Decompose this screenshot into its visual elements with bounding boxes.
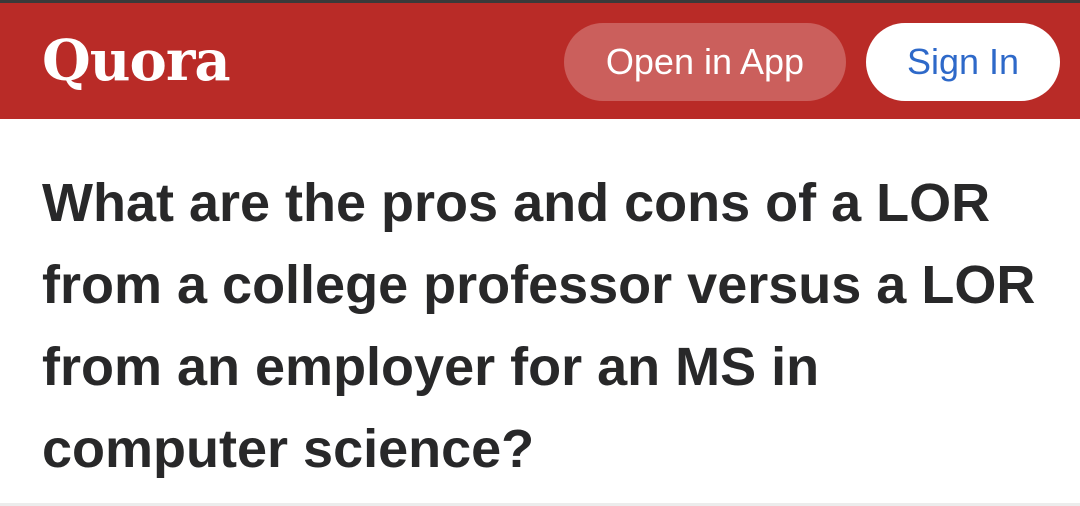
site-header: Quora Open in App Sign In [0, 3, 1080, 119]
sign-in-button[interactable]: Sign In [866, 23, 1060, 101]
open-in-app-button[interactable]: Open in App [564, 23, 846, 101]
quora-logo[interactable]: Quora [42, 29, 231, 93]
question-title: What are the pros and cons of a LOR from… [42, 173, 1036, 479]
page: Quora Open in App Sign In What are the p… [0, 0, 1080, 506]
